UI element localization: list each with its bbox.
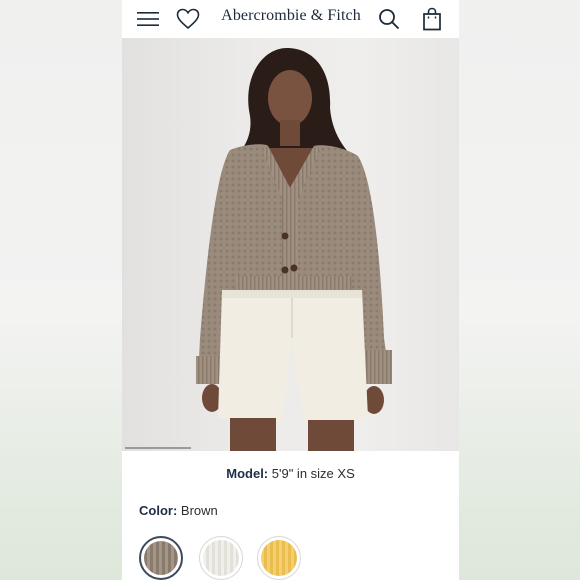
color-swatch-yellow[interactable] bbox=[257, 536, 301, 580]
background-right bbox=[458, 0, 580, 580]
carousel-indicator bbox=[125, 447, 191, 449]
color-info: Color: Brown bbox=[139, 503, 218, 518]
model-value: 5'9" in size XS bbox=[271, 466, 355, 481]
color-swatch-brown[interactable] bbox=[139, 536, 183, 580]
background-left bbox=[0, 0, 122, 580]
model-label: Model: bbox=[226, 466, 269, 481]
shopping-bag-icon[interactable] bbox=[419, 6, 445, 32]
brand-logo[interactable]: Abercrombie & Fitch bbox=[218, 7, 364, 25]
product-image[interactable] bbox=[122, 38, 459, 451]
top-navigation-bar: Abercrombie & Fitch bbox=[122, 0, 459, 38]
swatch-fill-white bbox=[203, 540, 239, 576]
color-label: Color: bbox=[139, 503, 178, 518]
model-photo-illustration bbox=[196, 48, 392, 451]
search-icon[interactable] bbox=[376, 6, 402, 32]
swatch-fill-yellow bbox=[261, 540, 297, 576]
color-value: Brown bbox=[180, 503, 218, 518]
color-swatch-white[interactable] bbox=[199, 536, 243, 580]
product-page: Abercrombie & Fitch Model: 5'9" in size … bbox=[122, 0, 459, 580]
swatch-fill-brown bbox=[144, 541, 178, 575]
model-info: Model: 5'9" in size XS bbox=[122, 466, 459, 481]
menu-icon[interactable] bbox=[135, 6, 161, 32]
heart-icon[interactable] bbox=[175, 6, 201, 32]
